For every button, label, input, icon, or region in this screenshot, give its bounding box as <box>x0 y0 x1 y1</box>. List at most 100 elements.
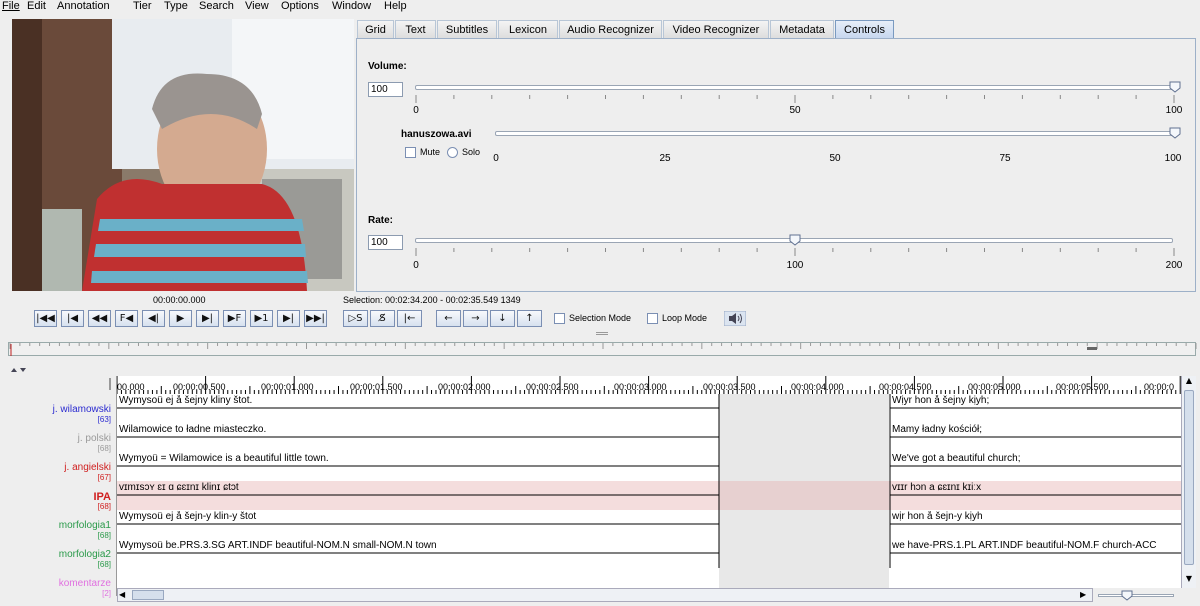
previous-frame-button[interactable]: ◀◀ <box>88 310 111 327</box>
rate-label: Rate: <box>368 215 394 226</box>
tier-label-polski[interactable]: j. polski [68] <box>78 434 111 454</box>
tab-subtitles[interactable]: Subtitles <box>437 20 497 39</box>
tier-names-panel: j. wilamowski [63] j. polski [68] j. angie… <box>10 376 117 599</box>
tab-video-recognizer[interactable]: Video Recognizer <box>663 20 769 39</box>
annotation-tiers[interactable]: Wymysoü ej å šejny kliny štot. Wịyr hon … <box>117 394 1181 588</box>
tier-count: [2] <box>102 589 111 598</box>
selection-mode-label: Selection Mode <box>569 313 632 323</box>
mute-checkbox[interactable] <box>405 147 416 158</box>
scroll-right-icon[interactable]: ▶ <box>1080 589 1090 601</box>
vertical-scrollbar[interactable]: ▲ ▼ <box>1181 376 1196 588</box>
media-volume-slider-track[interactable] <box>495 131 1173 136</box>
menu-file[interactable]: File <box>2 0 20 13</box>
tab-controls[interactable]: Controls <box>835 20 894 39</box>
media-file-label: hanuszowa.avi <box>401 129 472 140</box>
play-selection-button[interactable]: ▷S <box>343 310 368 327</box>
volume-slider-track[interactable] <box>415 85 1173 90</box>
scroll-down-icon[interactable]: ▼ <box>1183 574 1195 586</box>
selection-info: Selection: 00:02:34.200 - 00:02:35.549 1… <box>343 295 521 305</box>
menu-bar: File Edit Annotation Tier Type Search Vi… <box>0 0 1200 14</box>
zoom-slider-thumb[interactable] <box>1121 590 1133 601</box>
rate-tick-label: 0 <box>413 260 419 271</box>
tier-name: j. wilamowski <box>52 404 111 415</box>
menu-annotation[interactable]: Annotation <box>57 0 110 13</box>
ruler-label: 00:00:01.500 <box>350 382 403 392</box>
selection-mode-checkbox[interactable] <box>554 313 565 324</box>
menu-tier[interactable]: Tier <box>133 0 152 13</box>
step-back-button[interactable]: ◀| <box>142 310 165 327</box>
scroll-up-icon[interactable]: ▲ <box>1183 376 1195 388</box>
go-to-end-button[interactable]: ▶▶| <box>304 310 327 327</box>
volume-tick-label: 0 <box>413 105 419 116</box>
menu-edit[interactable]: Edit <box>27 0 46 13</box>
clear-selection-button[interactable]: S̸ <box>370 310 395 327</box>
vertical-scroll-thumb[interactable] <box>1184 390 1194 565</box>
tier-name: morfologia1 <box>58 520 111 531</box>
selection-begin-button[interactable]: |← <box>397 310 422 327</box>
tier-label-morfologia1[interactable]: morfologia1 [68] <box>59 521 111 541</box>
tier-count: [68] <box>97 560 111 569</box>
time-ruler[interactable]: 00.000 00:00:00.500 00:00:01.000 00:00:0… <box>117 376 1181 394</box>
tier-count: [63] <box>97 415 111 424</box>
menu-view[interactable]: View <box>245 0 269 13</box>
controls-panel: Volume: 100 0 50 100 hanuszowa.avi Mute … <box>356 38 1196 292</box>
loop-mode-checkbox[interactable] <box>647 313 658 324</box>
tier-name: j. angielski <box>64 462 111 473</box>
play-button[interactable]: ▶ <box>169 310 192 327</box>
tab-metadata[interactable]: Metadata <box>770 20 834 39</box>
ruler-label: 00:00:05.000 <box>968 382 1021 392</box>
video-viewer[interactable] <box>12 19 354 291</box>
loop-mode-label: Loop Mode <box>662 313 708 323</box>
go-to-begin-button[interactable]: |◀◀ <box>34 310 57 327</box>
scroll-left-icon[interactable]: ◀ <box>119 589 129 601</box>
tier-panel-resize-handle[interactable] <box>109 378 111 390</box>
ruler-label: 00:00:05.500 <box>1056 382 1109 392</box>
next-f-button[interactable]: ▶F <box>223 310 246 327</box>
media-tick-label: 75 <box>999 153 1011 164</box>
menu-help[interactable]: Help <box>384 0 407 13</box>
ruler-label: 00:00:02.000 <box>438 382 491 392</box>
arrow-right-button[interactable]: → <box>463 310 488 327</box>
tier-label-wilamowski[interactable]: j. wilamowski [63] <box>53 405 111 425</box>
menu-window[interactable]: Window <box>332 0 371 13</box>
tab-grid[interactable]: Grid <box>357 20 394 39</box>
tier-label-morfologia2[interactable]: morfologia2 [68] <box>59 550 111 570</box>
overview-ticks <box>9 343 1197 356</box>
ruler-label: 00.000 <box>117 382 145 392</box>
next-second-button[interactable]: ▶| <box>277 310 300 327</box>
volume-input[interactable]: 100 <box>368 82 403 97</box>
tab-text[interactable]: Text <box>395 20 436 39</box>
speaker-icon[interactable] <box>724 311 746 326</box>
zoom-slider-track[interactable] <box>1098 594 1174 597</box>
rate-slider-thumb[interactable] <box>789 234 801 246</box>
rate-input[interactable]: 100 <box>368 235 403 250</box>
tab-audio-recognizer[interactable]: Audio Recognizer <box>559 20 662 39</box>
tier-label-komentarze[interactable]: komentarze [2] <box>59 579 111 599</box>
media-tick-label: 25 <box>659 153 671 164</box>
previous-second-button[interactable]: |◀ <box>61 310 84 327</box>
arrow-down-button[interactable]: ↓ <box>490 310 515 327</box>
step-forward-button[interactable]: ▶| <box>196 310 219 327</box>
rate-tick-label: 200 <box>1165 260 1183 271</box>
ruler-label: 00:00:02.500 <box>526 382 579 392</box>
tier-label-angielski[interactable]: j. angielski [67] <box>64 463 111 483</box>
volume-slider-thumb[interactable] <box>1169 81 1181 93</box>
tab-lexicon[interactable]: Lexicon <box>498 20 558 39</box>
arrow-left-button[interactable]: ← <box>436 310 461 327</box>
horizontal-scrollbar[interactable]: ◀ ▶ <box>117 588 1093 602</box>
tier-label-ipa[interactable]: IPA [68] <box>93 492 111 512</box>
previous-f-button[interactable]: F◀ <box>115 310 138 327</box>
solo-radio[interactable] <box>447 147 458 158</box>
menu-options[interactable]: Options <box>281 0 319 13</box>
media-volume-slider-thumb[interactable] <box>1169 127 1181 139</box>
menu-type[interactable]: Type <box>164 0 188 13</box>
menu-search[interactable]: Search <box>199 0 234 13</box>
collapse-arrows-icon[interactable] <box>10 366 34 374</box>
media-tick-label: 100 <box>1164 153 1182 164</box>
next-one-button[interactable]: ▶1 <box>250 310 273 327</box>
timeline-overview[interactable] <box>8 342 1197 356</box>
media-tick-label: 0 <box>493 153 499 164</box>
horizontal-scroll-thumb[interactable] <box>132 590 164 600</box>
split-pane-divider[interactable] <box>596 332 608 335</box>
arrow-up-button[interactable]: ↑ <box>517 310 542 327</box>
